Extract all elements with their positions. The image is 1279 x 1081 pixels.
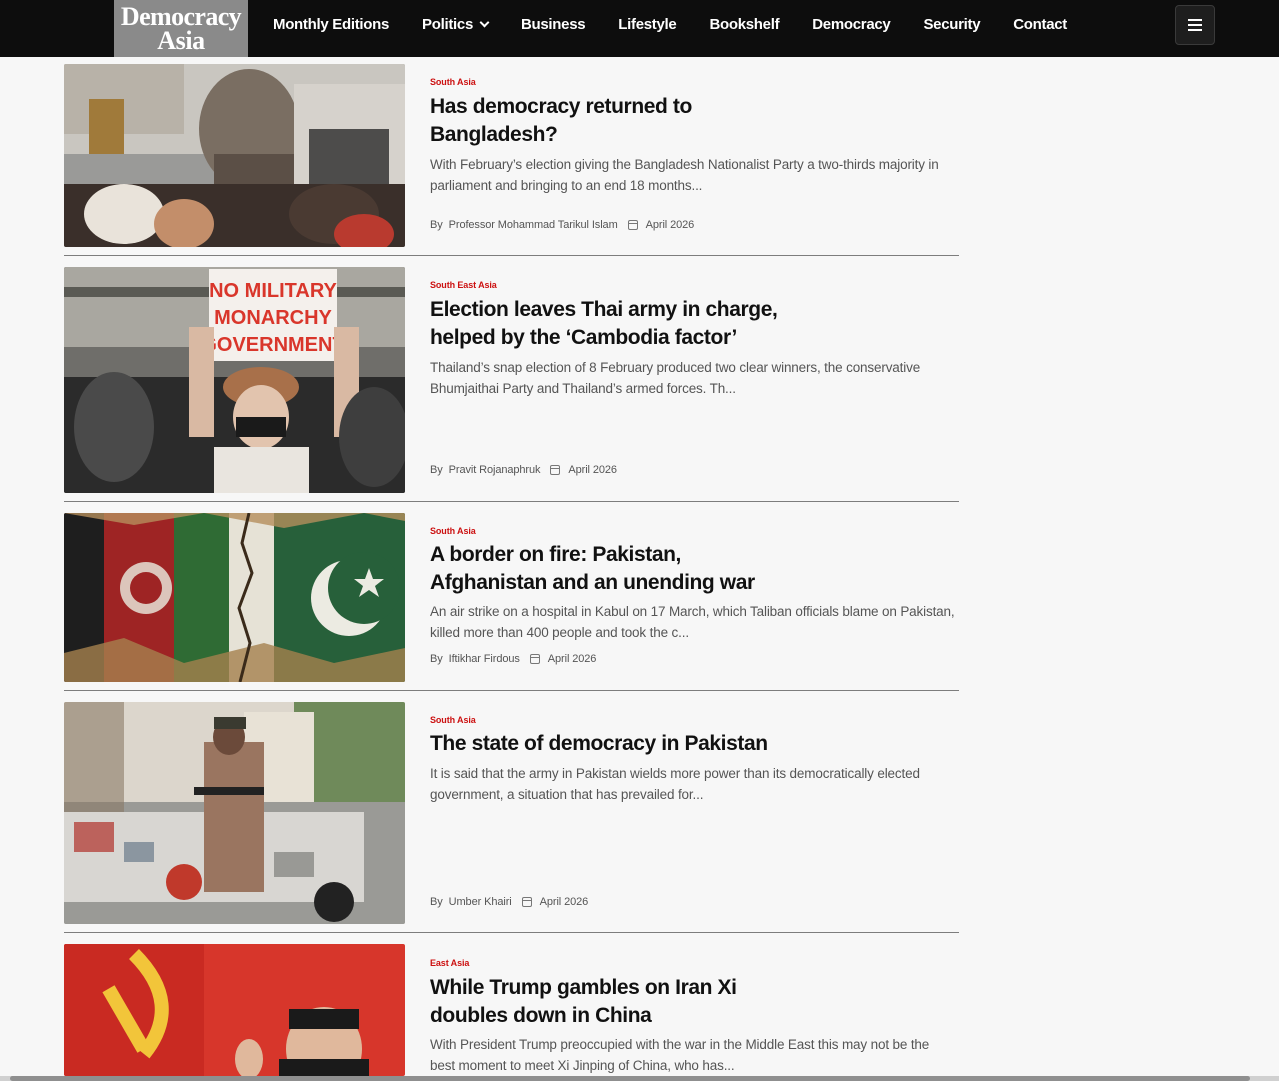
article-category[interactable]: South Asia xyxy=(430,526,476,536)
article-title[interactable]: While Trump gambles on Iran Xi doubles d… xyxy=(430,974,760,1030)
pakistan-soldier-image xyxy=(64,702,405,924)
article-title[interactable]: Election leaves Thai army in charge, hel… xyxy=(430,296,830,352)
nav-contact[interactable]: Contact xyxy=(1013,16,1067,33)
article-author[interactable]: Pravit Rojanaphruk xyxy=(449,464,541,476)
article-card: South Asia The state of democracy in Pak… xyxy=(64,702,959,933)
article-image[interactable]: NO MILITARY MONARCHY GOVERNMENT xyxy=(64,267,405,493)
nav-label: Bookshelf xyxy=(709,15,780,33)
article-date: April 2026 xyxy=(547,653,597,665)
article-category[interactable]: South Asia xyxy=(430,77,476,87)
article-meta: By Umber Khairi April 2026 xyxy=(430,896,588,908)
calendar-icon xyxy=(550,465,561,475)
byline-prefix: By xyxy=(430,464,443,476)
china-xi-image xyxy=(64,944,405,1076)
nav-democracy[interactable]: Democracy xyxy=(812,16,890,33)
hamburger-menu-icon xyxy=(1188,19,1202,21)
nav-politics[interactable]: Politics xyxy=(422,15,490,33)
nav-monthly-editions[interactable]: Monthly Editions xyxy=(273,16,389,33)
article-title[interactable]: A border on fire: Pakistan, Afghanistan … xyxy=(430,541,770,597)
article-date: April 2026 xyxy=(645,219,695,231)
article-excerpt: An air strike on a hospital in Kabul on … xyxy=(430,604,955,640)
article-meta: By Iftikhar Firdous April 2026 xyxy=(430,653,596,665)
nav-lifestyle[interactable]: Lifestyle xyxy=(618,16,676,33)
sign-text-2: MONARCHY xyxy=(214,307,332,329)
calendar-icon xyxy=(627,220,638,230)
article-excerpt: Thailand’s snap election of 8 February p… xyxy=(430,360,921,396)
article-title[interactable]: The state of democracy in Pakistan xyxy=(430,730,850,758)
article-image[interactable] xyxy=(64,944,405,1076)
nav-label: Monthly Editions xyxy=(273,15,390,33)
article-author[interactable]: Iftikhar Firdous xyxy=(449,653,520,665)
article-image[interactable] xyxy=(64,702,405,924)
article-image[interactable] xyxy=(64,64,405,247)
site-logo[interactable]: Democracy Asia xyxy=(114,0,248,57)
article-excerpt: It is said that the army in Pakistan wie… xyxy=(430,766,920,802)
article-author[interactable]: Professor Mohammad Tarikul Islam xyxy=(449,219,618,231)
article-category[interactable]: East Asia xyxy=(430,958,469,968)
article-text: South Asia Has democracy returned to Ban… xyxy=(430,64,955,247)
nav-label: Business xyxy=(520,15,586,33)
article-text: East Asia While Trump gambles on Iran Xi… xyxy=(430,944,955,1076)
chevron-down-icon xyxy=(479,17,490,27)
article-date: April 2026 xyxy=(539,896,589,908)
article-excerpt: With February’s election giving the Bang… xyxy=(430,157,939,193)
article-title[interactable]: Has democracy returned to Bangladesh? xyxy=(430,93,810,149)
article-category[interactable]: South Asia xyxy=(430,715,476,725)
scrollbar-thumb[interactable] xyxy=(10,1076,1250,1081)
logo-line-1: Democracy xyxy=(120,2,242,32)
article-meta: By Professor Mohammad Tarikul Islam Apri… xyxy=(430,219,694,231)
nav-security[interactable]: Security xyxy=(923,16,980,33)
calendar-icon xyxy=(521,897,532,907)
horizontal-scrollbar[interactable] xyxy=(0,1076,1279,1081)
article-category[interactable]: South East Asia xyxy=(430,280,497,290)
article-card: East Asia While Trump gambles on Iran Xi… xyxy=(64,944,959,1076)
nav-label: Politics xyxy=(422,15,473,33)
site-header: Democracy Asia Monthly Editions Politics… xyxy=(0,0,1279,57)
article-excerpt: With President Trump preoccupied with th… xyxy=(430,1037,930,1073)
afghanistan-pakistan-flags-image xyxy=(64,513,405,682)
article-text: South East Asia Election leaves Thai arm… xyxy=(430,267,955,493)
nav-label: Contact xyxy=(1013,15,1067,33)
nav-label: Democracy xyxy=(812,15,891,33)
nav-label: Lifestyle xyxy=(618,15,677,33)
byline-prefix: By xyxy=(430,653,443,665)
article-text: South Asia A border on fire: Pakistan, A… xyxy=(430,513,955,682)
nav-bookshelf[interactable]: Bookshelf xyxy=(709,16,779,33)
bangladesh-protest-image xyxy=(64,64,405,247)
article-text: South Asia The state of democracy in Pak… xyxy=(430,702,955,924)
nav-label: Security xyxy=(923,15,981,33)
article-card: South Asia Has democracy returned to Ban… xyxy=(64,64,959,256)
calendar-icon xyxy=(529,654,540,664)
sign-text-3: GOVERNMENT xyxy=(201,334,344,356)
article-image[interactable] xyxy=(64,513,405,682)
logo-line-2: Asia xyxy=(157,25,205,55)
main-nav: Monthly Editions Politics Business Lifes… xyxy=(273,0,1100,48)
thai-protest-image: NO MILITARY MONARCHY GOVERNMENT xyxy=(64,267,405,493)
article-card: South Asia A border on fire: Pakistan, A… xyxy=(64,513,959,691)
article-date: April 2026 xyxy=(568,464,617,476)
nav-business[interactable]: Business xyxy=(520,15,586,33)
sign-text-1: NO MILITARY xyxy=(209,280,337,302)
article-meta: By Pravit Rojanaphruk April 2026 xyxy=(430,464,617,476)
hamburger-menu-button[interactable] xyxy=(1175,5,1215,45)
article-card: NO MILITARY MONARCHY GOVERNMENT South Ea… xyxy=(64,267,959,502)
byline-prefix: By xyxy=(430,896,443,908)
article-author[interactable]: Umber Khairi xyxy=(449,896,512,908)
byline-prefix: By xyxy=(430,219,443,231)
